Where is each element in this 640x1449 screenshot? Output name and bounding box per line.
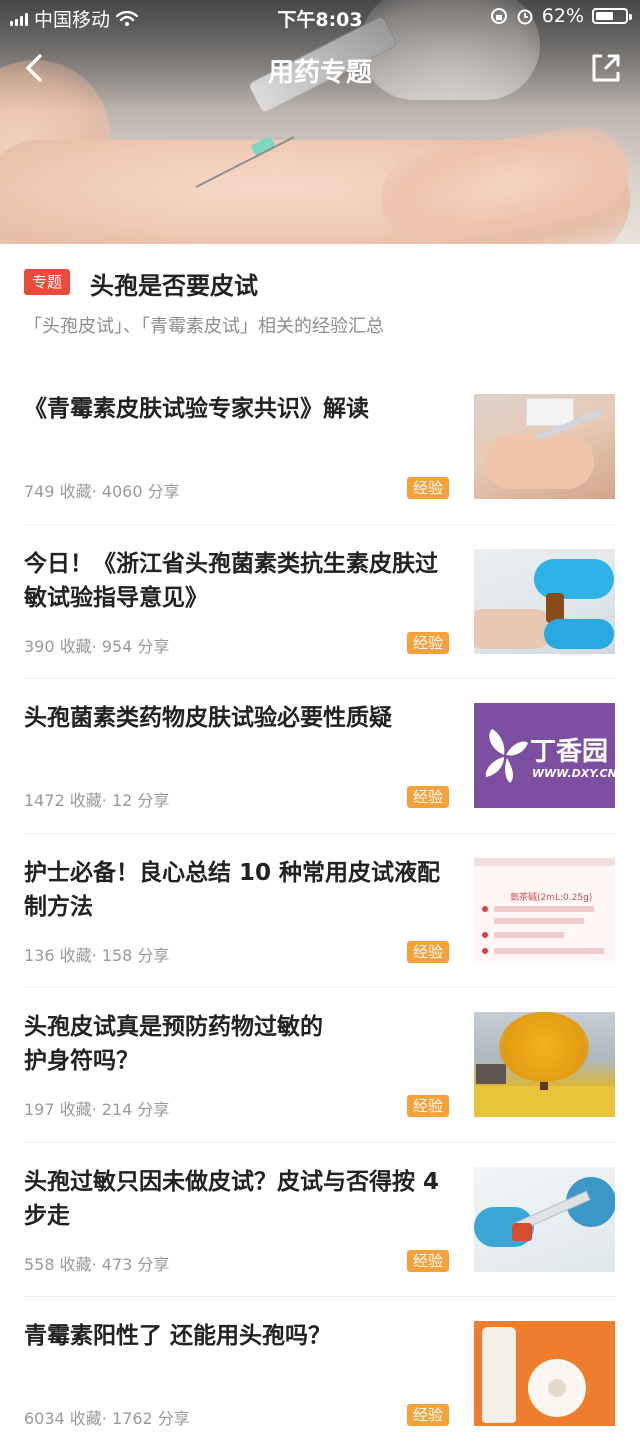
article-tag: 经验 — [407, 940, 450, 963]
alarm-icon — [517, 9, 533, 25]
article-thumbnail — [474, 1166, 615, 1272]
article-meta: 1472 收藏· 12 分享 — [24, 791, 170, 810]
topic-page: 中国移动 下午8:03 62% 用药专题 专题 头孢是否要皮试 「头孢皮试」、「… — [0, 0, 640, 1449]
share-button[interactable] — [588, 50, 624, 86]
article-meta: 558 收藏· 473 分享 — [24, 1254, 170, 1274]
article-title: 护士必备！良心总结 10 种常用皮试液配制方法 — [24, 859, 441, 920]
hero-image — [0, 0, 640, 244]
article-tag: 经验 — [407, 1249, 450, 1272]
article-list: 《青霉素皮肤试验专家共识》解读 749 收藏· 4060 分享 经验 今日！《浙… — [0, 370, 640, 1449]
article-title: 《青霉素皮肤试验专家共识》解读 — [24, 396, 369, 422]
topic-badge: 专题 — [24, 269, 71, 295]
article-meta: 749 收藏· 4060 分享 — [24, 482, 180, 501]
article-item[interactable]: 护士必备！良心总结 10 种常用皮试液配制方法 136 收藏· 158 分享 经… — [0, 834, 640, 988]
article-title: 头孢皮试真是预防药物过敏的 护身符吗？ — [24, 1014, 323, 1074]
article-thumbnail — [474, 1012, 615, 1117]
battery-percent: 62% — [541, 5, 584, 27]
flower-logo-icon — [485, 729, 528, 783]
topic-header: 专题 头孢是否要皮试 「头孢皮试」、「青霉素皮试」相关的经验汇总 — [0, 244, 640, 354]
article-title: 今日！《浙江省头孢菌素类抗生素皮肤过敏试验指导意见》 — [24, 550, 438, 611]
article-title: 青霉素阳性了 还能用头孢吗？ — [24, 1323, 332, 1349]
article-item[interactable]: 头孢过敏只因未做皮试？皮试与否得按 4 步走 558 收藏· 473 分享 经验 — [0, 1143, 640, 1297]
article-tag: 经验 — [407, 477, 450, 499]
article-tag: 经验 — [407, 786, 450, 808]
article-item[interactable]: 《青霉素皮肤试验专家共识》解读 749 收藏· 4060 分享 经验 — [0, 370, 640, 525]
page-title: 用药专题 — [267, 58, 372, 88]
topic-description: 「头孢皮试」、「青霉素皮试」相关的经验汇总 — [24, 316, 384, 337]
article-title: 头孢过敏只因未做皮试？皮试与否得按 4 步走 — [24, 1168, 440, 1229]
article-item[interactable]: 头孢皮试真是预防药物过敏的 护身符吗？ 197 收藏· 214 分享 经验 — [0, 988, 640, 1143]
rotation-lock-icon — [490, 8, 507, 24]
article-title: 头孢菌素类药物皮肤试验必要性质疑 — [24, 705, 392, 731]
thumbnail-logo-text: 丁香园 — [530, 737, 609, 767]
topic-title: 头孢是否要皮试 — [90, 272, 258, 300]
article-thumbnail: 氨茶碱(2mL:0.25g) — [474, 857, 615, 963]
article-item[interactable]: 头孢菌素类药物皮肤试验必要性质疑 1472 收藏· 12 分享 经验 丁香园 W… — [0, 679, 640, 834]
article-tag: 经验 — [407, 1404, 450, 1426]
article-thumbnail — [474, 394, 615, 499]
status-bar: 中国移动 下午8:03 62% — [0, 0, 640, 34]
battery-icon — [592, 8, 632, 24]
article-meta: 6034 收藏· 1762 分享 — [24, 1409, 190, 1428]
thumbnail-logo-url: WWW.DXY.CN — [532, 767, 615, 780]
article-thumbnail — [474, 1321, 615, 1426]
dxy-logo-thumbnail: 丁香园 WWW.DXY.CN — [474, 703, 615, 808]
article-meta: 390 收藏· 954 分享 — [24, 636, 170, 656]
article-tag: 经验 — [407, 1095, 450, 1117]
article-item[interactable]: 今日！《浙江省头孢菌素类抗生素皮肤过敏试验指导意见》 390 收藏· 954 分… — [0, 525, 640, 679]
article-meta: 136 收藏· 158 分享 — [24, 945, 170, 965]
article-meta: 197 收藏· 214 分享 — [24, 1100, 170, 1119]
article-item[interactable]: 青霉素阳性了 还能用头孢吗？ 6034 收藏· 1762 分享 经验 — [0, 1297, 640, 1449]
article-thumbnail — [474, 548, 615, 654]
thumbnail-header: 氨茶碱(2mL:0.25g) — [510, 892, 593, 903]
article-tag: 经验 — [407, 631, 450, 654]
